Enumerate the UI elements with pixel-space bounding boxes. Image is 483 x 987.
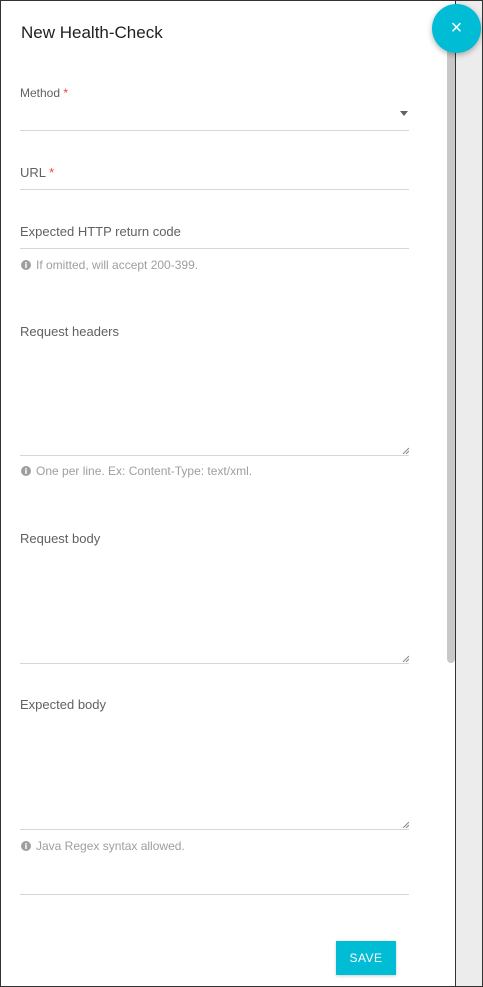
resize-handle-icon[interactable] [402,655,409,662]
info-icon: i [21,466,31,476]
info-icon: i [21,260,31,270]
chevron-down-icon [400,111,408,116]
request-headers-hint: i One per line. Ex: Content-Type: text/x… [21,464,252,478]
expected-code-hint: i If omitted, will accept 200-399. [21,258,198,272]
expected-body-label: Expected body [20,697,107,712]
request-body-label: Request body [20,531,101,546]
expected-body-hint: i Java Regex syntax allowed. [21,839,185,853]
save-button[interactable]: SAVE [336,941,396,975]
expected-code-underline [20,248,409,249]
resize-handle-icon[interactable] [402,821,409,828]
expected-body-underline [20,829,409,830]
info-icon: i [21,841,31,851]
url-label: URL * [20,165,55,180]
health-check-dialog: New Health-Check Method * URL * Expected… [0,0,456,987]
url-underline [20,189,409,190]
dialog-title: New Health-Check [21,23,163,42]
extra-field-underline [20,894,409,895]
required-mark: * [49,165,55,180]
expected-code-label: Expected HTTP return code [20,224,181,239]
resize-handle-icon[interactable] [402,447,409,454]
method-label: Method * [20,86,69,100]
request-headers-label: Request headers [20,324,120,339]
scrollbar[interactable] [447,40,455,663]
required-mark: * [63,86,69,100]
close-icon: × [450,17,463,39]
request-headers-underline [20,455,409,456]
backdrop [456,0,483,987]
close-button[interactable]: × [432,4,481,53]
method-underline [20,130,409,131]
request-body-underline [20,663,409,664]
